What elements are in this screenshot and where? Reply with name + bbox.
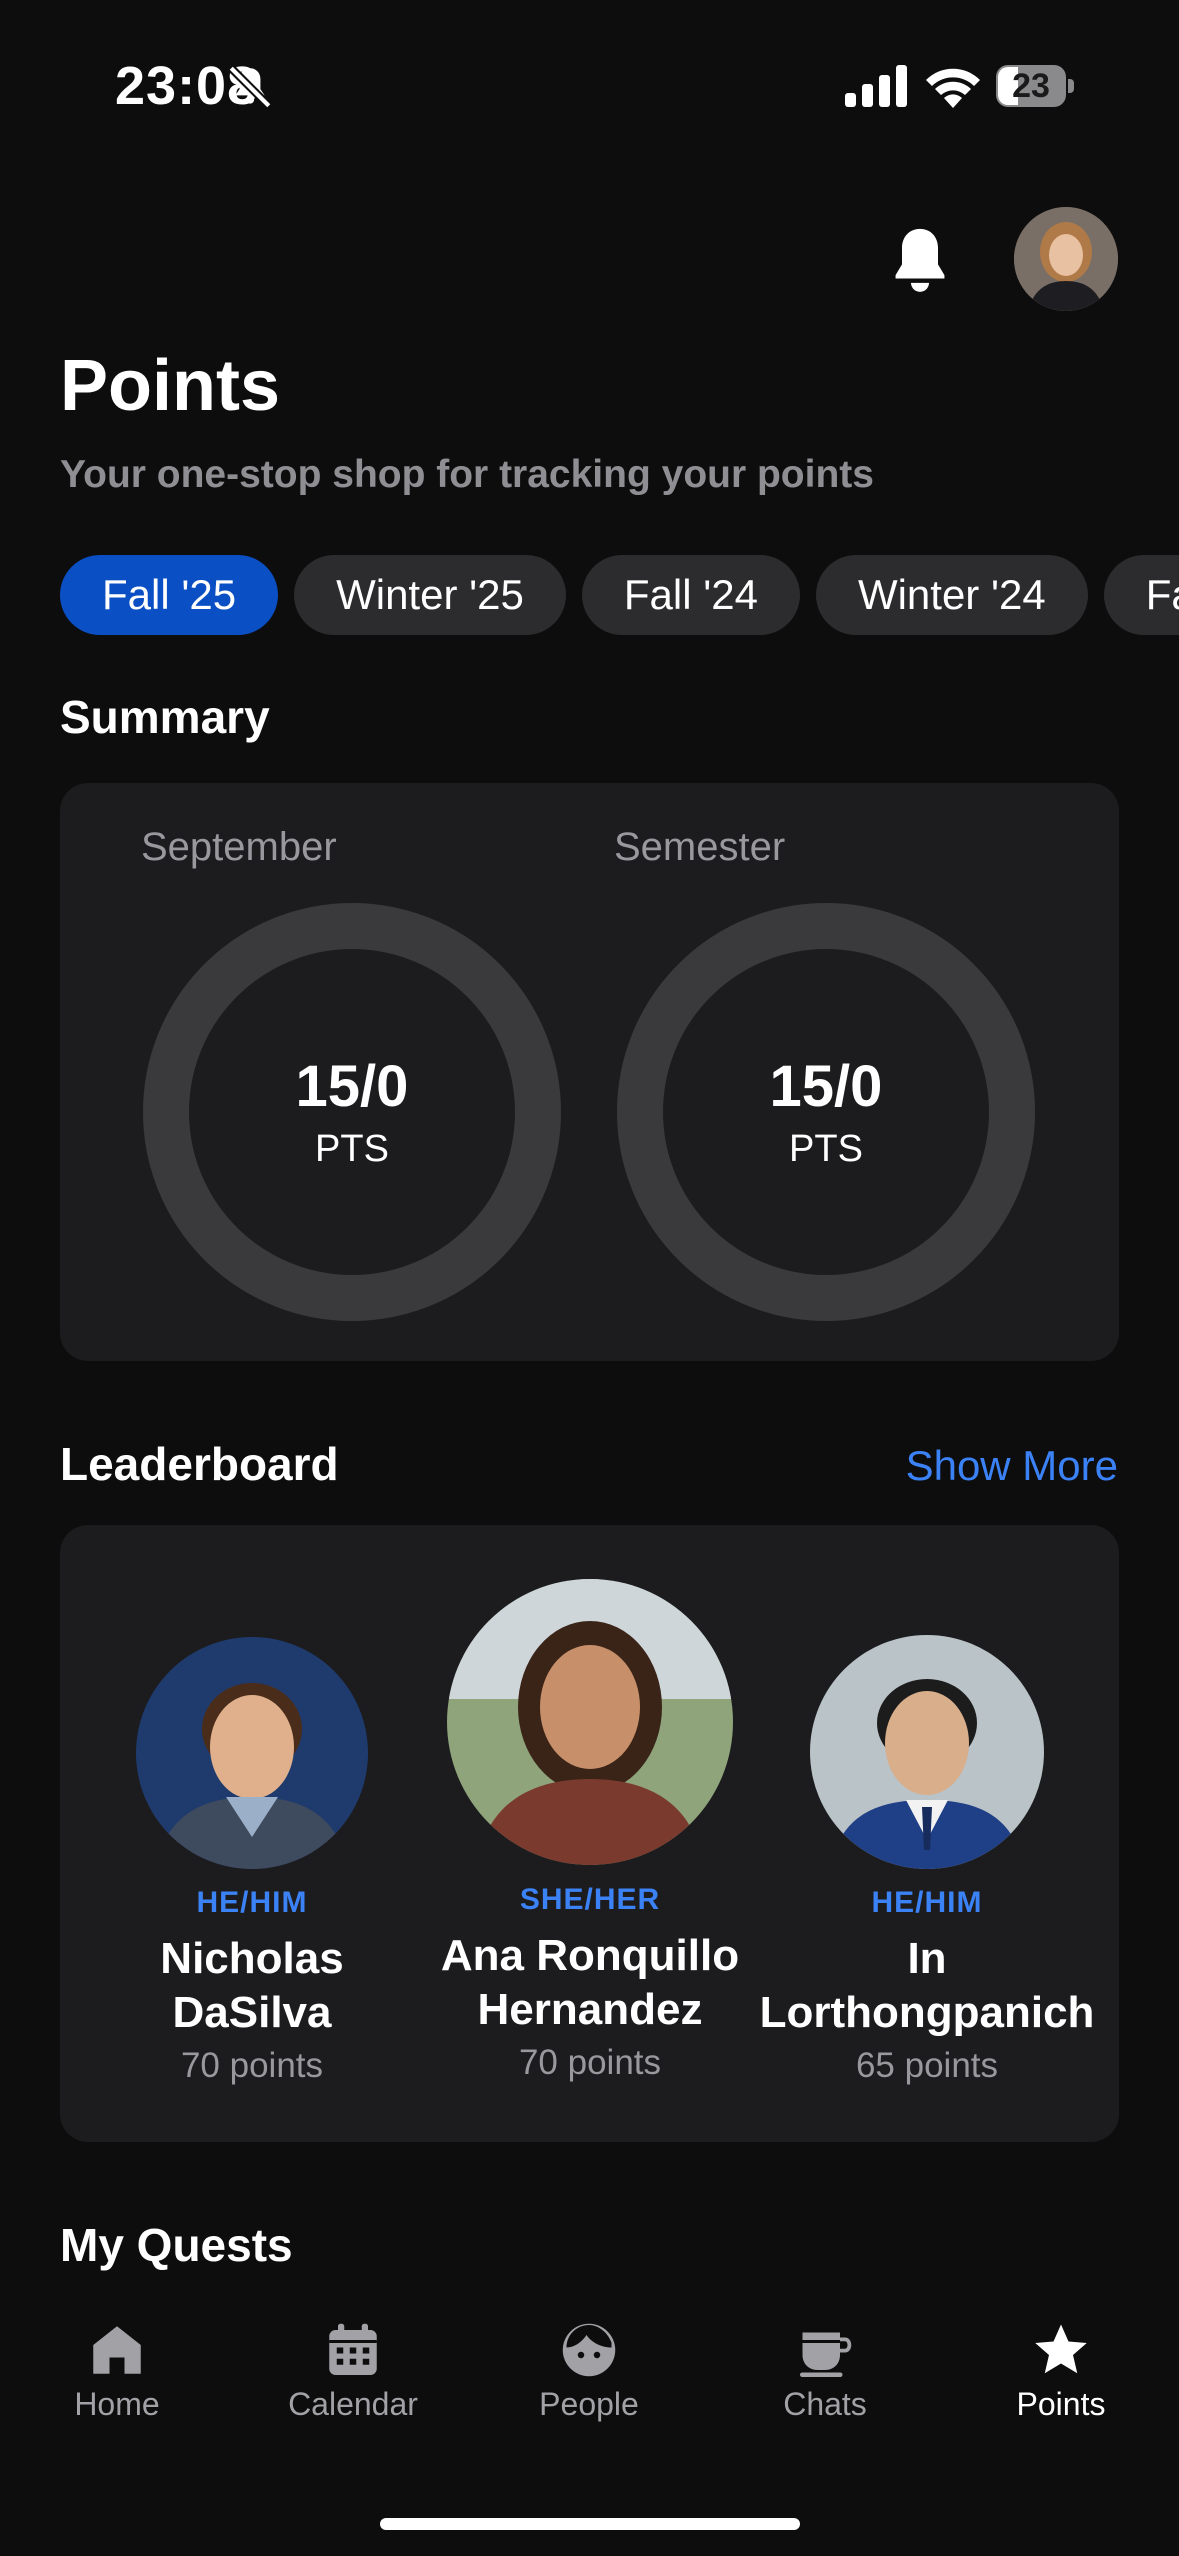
profile-avatar[interactable] — [1014, 207, 1118, 311]
leader-name-line2: Hernandez — [477, 1985, 703, 2034]
leader-name-line1: In — [907, 1934, 947, 1983]
leader-points: 70 points — [180, 2046, 324, 2085]
ring-unit-semester: PTS — [789, 1128, 863, 1170]
period-filter: Fall '25 Winter '25 Fall '24 Winter '24 … — [60, 555, 1179, 635]
tab-people-label: People — [539, 2386, 639, 2422]
page-title: Points — [60, 346, 281, 426]
tab-points[interactable]: Points — [961, 2320, 1161, 2423]
tab-chats[interactable]: Chats — [725, 2320, 925, 2423]
cellular-signal-icon — [845, 65, 907, 107]
leader-avatar[interactable] — [447, 1579, 733, 1865]
leaderboard-title: Leaderboard — [60, 1438, 339, 1490]
leader-entry: SHE/HER Ana Ronquillo Hernandez 70 point… — [430, 1883, 750, 2083]
leader-name-line1: Ana Ronquillo — [440, 1931, 740, 1980]
wifi-icon — [926, 68, 980, 108]
ring-label-semester: Semester — [614, 825, 786, 869]
period-pill-winter-24[interactable]: Winter '24 — [815, 555, 1088, 635]
notification-bell-icon[interactable] — [888, 225, 952, 297]
tab-chats-label: Chats — [783, 2386, 867, 2422]
leader-entry: HE/HIM In Lorthongpanich 65 points — [747, 1886, 1107, 2086]
leader-name-line2: Lorthongpanich — [759, 1988, 1095, 2037]
leader-avatar[interactable] — [136, 1637, 368, 1869]
leader-points: 65 points — [855, 2046, 999, 2085]
ring-label-month: September — [141, 825, 337, 869]
coffee-cup-icon — [800, 2332, 852, 2377]
ring-unit-month: PTS — [315, 1128, 389, 1170]
leader-pronouns: HE/HIM — [196, 1886, 308, 1919]
period-pill-winter-25[interactable]: Winter '25 — [294, 555, 566, 635]
period-pill-fall-partial[interactable]: Fa — [1103, 555, 1179, 635]
bell-muted-icon — [228, 65, 272, 109]
star-icon — [1035, 2324, 1087, 2374]
leader-pronouns: HE/HIM — [871, 1886, 983, 1919]
show-more-link[interactable]: Show More — [906, 1442, 1118, 1490]
ring-value-semester: 15/0 — [769, 1054, 883, 1119]
tab-points-label: Points — [1016, 2386, 1106, 2422]
home-indicator[interactable] — [380, 2518, 800, 2530]
leader-name-line2: DaSilva — [172, 1988, 332, 2037]
calendar-icon — [329, 2323, 377, 2375]
tab-home[interactable]: Home — [17, 2320, 217, 2423]
summary-title: Summary — [60, 691, 270, 743]
tab-home-label: Home — [74, 2386, 160, 2422]
battery-level: 23 — [1012, 67, 1050, 105]
tab-people[interactable]: People — [489, 2320, 689, 2423]
leader-entry: HE/HIM Nicholas DaSilva 70 points — [102, 1886, 402, 2086]
home-icon — [93, 2326, 141, 2374]
face-icon — [562, 2323, 616, 2377]
tab-calendar[interactable]: Calendar — [253, 2320, 453, 2423]
leader-pronouns: SHE/HER — [519, 1883, 661, 1916]
tab-calendar-label: Calendar — [288, 2386, 418, 2422]
period-pill-fall-24[interactable]: Fall '24 — [581, 555, 800, 635]
battery-indicator: 23 — [996, 65, 1076, 109]
my-quests-title: My Quests — [60, 2219, 293, 2271]
page-subtitle: Your one-stop shop for tracking your poi… — [60, 453, 874, 496]
ring-value-month: 15/0 — [295, 1054, 409, 1119]
leader-name-line1: Nicholas — [160, 1934, 344, 1983]
period-pill-fall-25[interactable]: Fall '25 — [60, 555, 279, 635]
leader-points: 70 points — [518, 2043, 662, 2082]
leader-avatar[interactable] — [810, 1635, 1044, 1869]
